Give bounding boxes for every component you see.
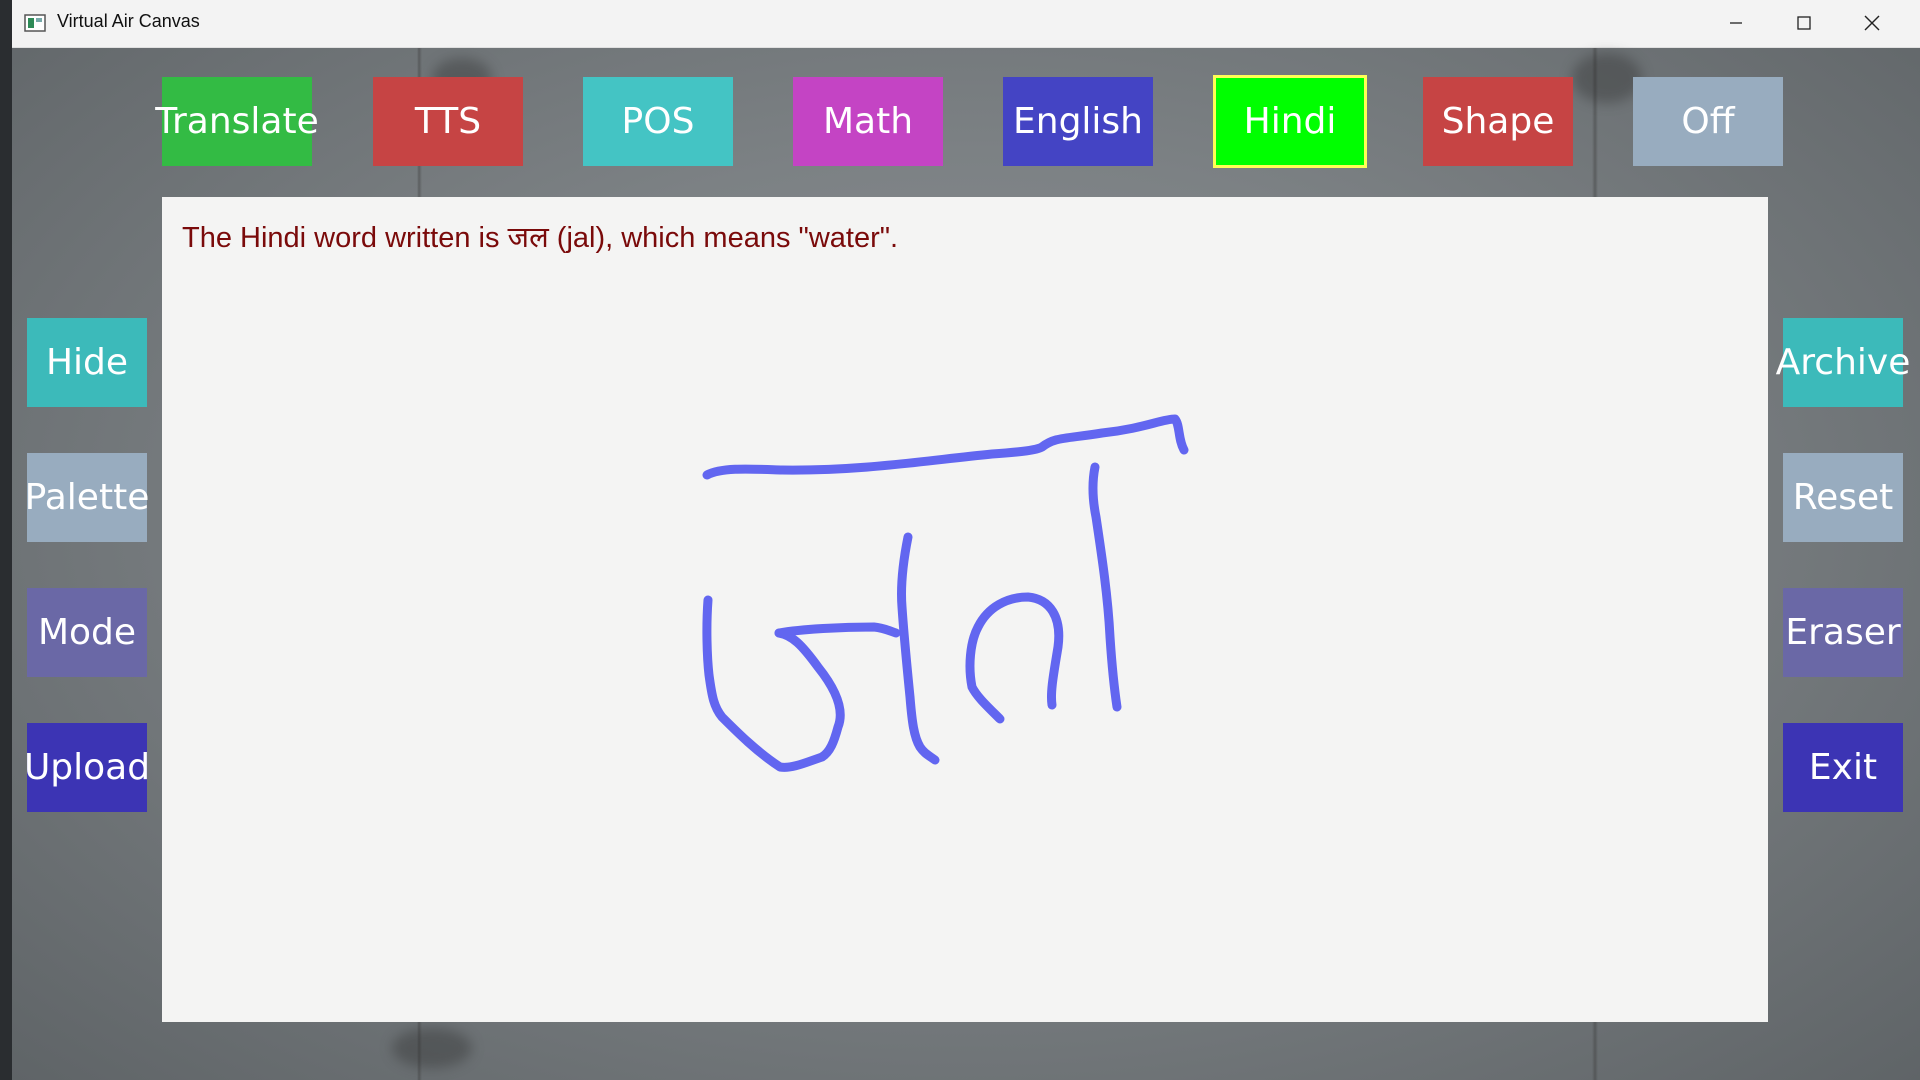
shape-button-label: Shape [1441,101,1555,142]
math-button[interactable]: Math [793,77,943,166]
mode-button-label: Mode [37,612,137,653]
upload-button-label: Upload [23,747,151,788]
archive-button-label: Archive [1775,342,1911,383]
stroke-ja-stem [896,532,940,765]
shape-button[interactable]: Shape [1423,77,1573,166]
translate-button-label: Translate [155,101,319,142]
off-button[interactable]: Off [1633,77,1783,166]
exit-button-label: Exit [1808,747,1878,788]
close-icon [1864,15,1880,31]
exit-button[interactable]: Exit [1783,723,1903,812]
eraser-button[interactable]: Eraser [1783,588,1903,677]
palette-button[interactable]: Palette [24,453,150,542]
english-button[interactable]: English [1003,77,1153,166]
reset-button[interactable]: Reset [1783,453,1903,542]
maximize-icon [1797,16,1811,30]
pos-button-label: POS [621,101,695,142]
pos-button[interactable]: POS [583,77,733,166]
camera-feed: Translate TTS POS Math English Hindi Sha… [12,48,1920,1080]
app-icon [24,14,46,32]
stroke-la-loop [965,592,1064,724]
drawing-canvas[interactable]: The Hindi word written is जल (jal), whic… [162,197,1768,1022]
archive-button[interactable]: Archive [1776,318,1910,407]
minimize-button[interactable] [1702,0,1770,47]
stroke-ja-bar [774,622,901,638]
hide-button-label: Hide [45,342,129,383]
hindi-button-label: Hindi [1243,101,1337,142]
app-window: Virtual Air Canvas Translate TTS POS Mat… [12,0,1920,1080]
window-title: Virtual Air Canvas [57,11,200,31]
tts-button-label: TTS [414,101,482,142]
stroke-headline [702,414,1189,480]
reset-button-label: Reset [1792,477,1894,518]
background-blot [392,1028,472,1068]
eraser-button-label: Eraser [1785,612,1901,653]
close-button[interactable] [1838,0,1906,47]
maximize-button[interactable] [1770,0,1838,47]
hindi-button[interactable]: Hindi [1213,75,1367,168]
math-button-label: Math [822,101,914,142]
handwriting-strokes [702,414,1189,772]
off-button-label: Off [1681,101,1735,142]
hide-button[interactable]: Hide [27,318,147,407]
english-button-label: English [1013,101,1143,142]
title-bar[interactable]: Virtual Air Canvas [12,0,1920,48]
tts-button[interactable]: TTS [373,77,523,166]
palette-button-label: Palette [24,477,150,518]
mode-button[interactable]: Mode [27,588,147,677]
background-blot [1572,53,1642,103]
upload-button[interactable]: Upload [23,723,151,812]
stroke-la-stem [1088,462,1122,712]
minimize-icon [1730,22,1742,24]
translate-button[interactable]: Translate [155,77,319,166]
